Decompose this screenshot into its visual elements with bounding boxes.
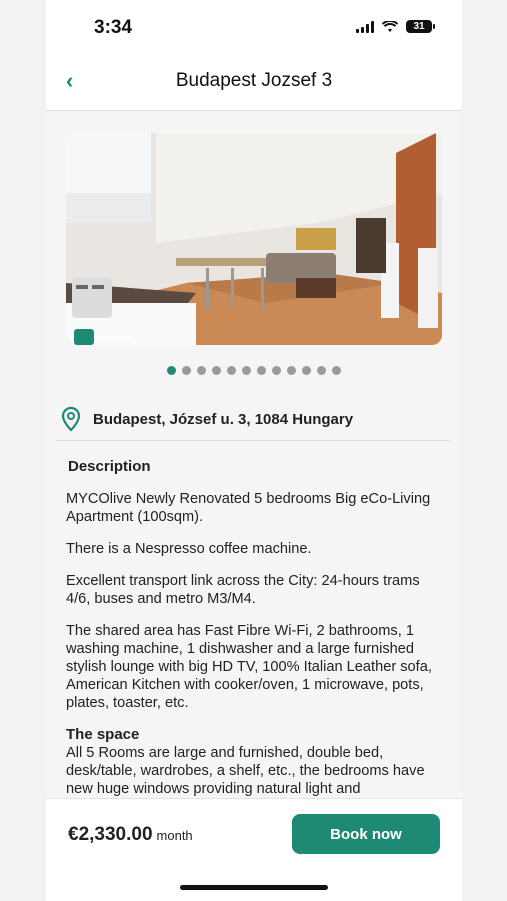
app-screen: 3:34 31 ‹ Budapest Jozsef 3 MYCOLIVE Bud…: [46, 0, 462, 901]
booking-footer: €2,330.00 month Book now: [46, 798, 462, 901]
status-time: 3:34: [94, 17, 133, 38]
listing-description[interactable]: Description MYCOlive Newly Renovated 5 b…: [66, 458, 446, 798]
status-icons: 31: [356, 20, 435, 33]
pager-dot[interactable]: [332, 366, 341, 375]
address-row: Budapest, József u. 3, 1084 Hungary: [56, 400, 450, 441]
location-pin-icon: [61, 406, 81, 432]
pager-dot[interactable]: [182, 366, 191, 375]
wifi-icon: [382, 20, 398, 32]
pager-dot[interactable]: [212, 366, 221, 375]
price-unit: month: [156, 828, 193, 843]
pager-dot[interactable]: [272, 366, 281, 375]
pager-dot[interactable]: [167, 366, 176, 375]
pager-dot[interactable]: [317, 366, 326, 375]
signal-icon: [356, 20, 374, 33]
pager-dot[interactable]: [197, 366, 206, 375]
pager-dot[interactable]: [242, 366, 251, 375]
pager-dot[interactable]: [287, 366, 296, 375]
description-paragraph: The shared area has Fast Fibre Wi-Fi, 2 …: [66, 623, 432, 711]
listing-photo[interactable]: MYCOLIVE: [66, 133, 442, 345]
space-title: The space: [66, 726, 140, 743]
gallery-pager[interactable]: [46, 366, 462, 375]
listing-address: Budapest, József u. 3, 1084 Hungary: [93, 411, 354, 428]
pager-dot[interactable]: [227, 366, 236, 375]
nav-header: ‹ Budapest Jozsef 3: [46, 58, 462, 111]
description-title: Description: [68, 458, 151, 475]
battery-icon: 31: [406, 20, 435, 33]
photo-watermark: MYCOLIVE: [98, 336, 135, 343]
battery-level: 31: [413, 21, 425, 32]
home-indicator[interactable]: [180, 885, 328, 890]
pager-dot[interactable]: [302, 366, 311, 375]
book-now-button[interactable]: Book now: [292, 814, 440, 854]
price: €2,330.00 month: [68, 824, 193, 846]
space-text: All 5 Rooms are large and furnished, dou…: [66, 745, 425, 797]
pager-dot[interactable]: [257, 366, 266, 375]
description-paragraph: Excellent transport link across the City…: [66, 573, 420, 607]
apartment-photo: MYCOLIVE: [66, 133, 442, 345]
description-paragraph: There is a Nespresso coffee machine.: [66, 541, 312, 557]
status-bar: 3:34 31: [46, 0, 462, 58]
page-title: Budapest Jozsef 3: [175, 70, 333, 91]
description-paragraph: MYCOlive Newly Renovated 5 bedrooms Big …: [66, 491, 431, 525]
price-amount: €2,330.00: [68, 824, 153, 845]
